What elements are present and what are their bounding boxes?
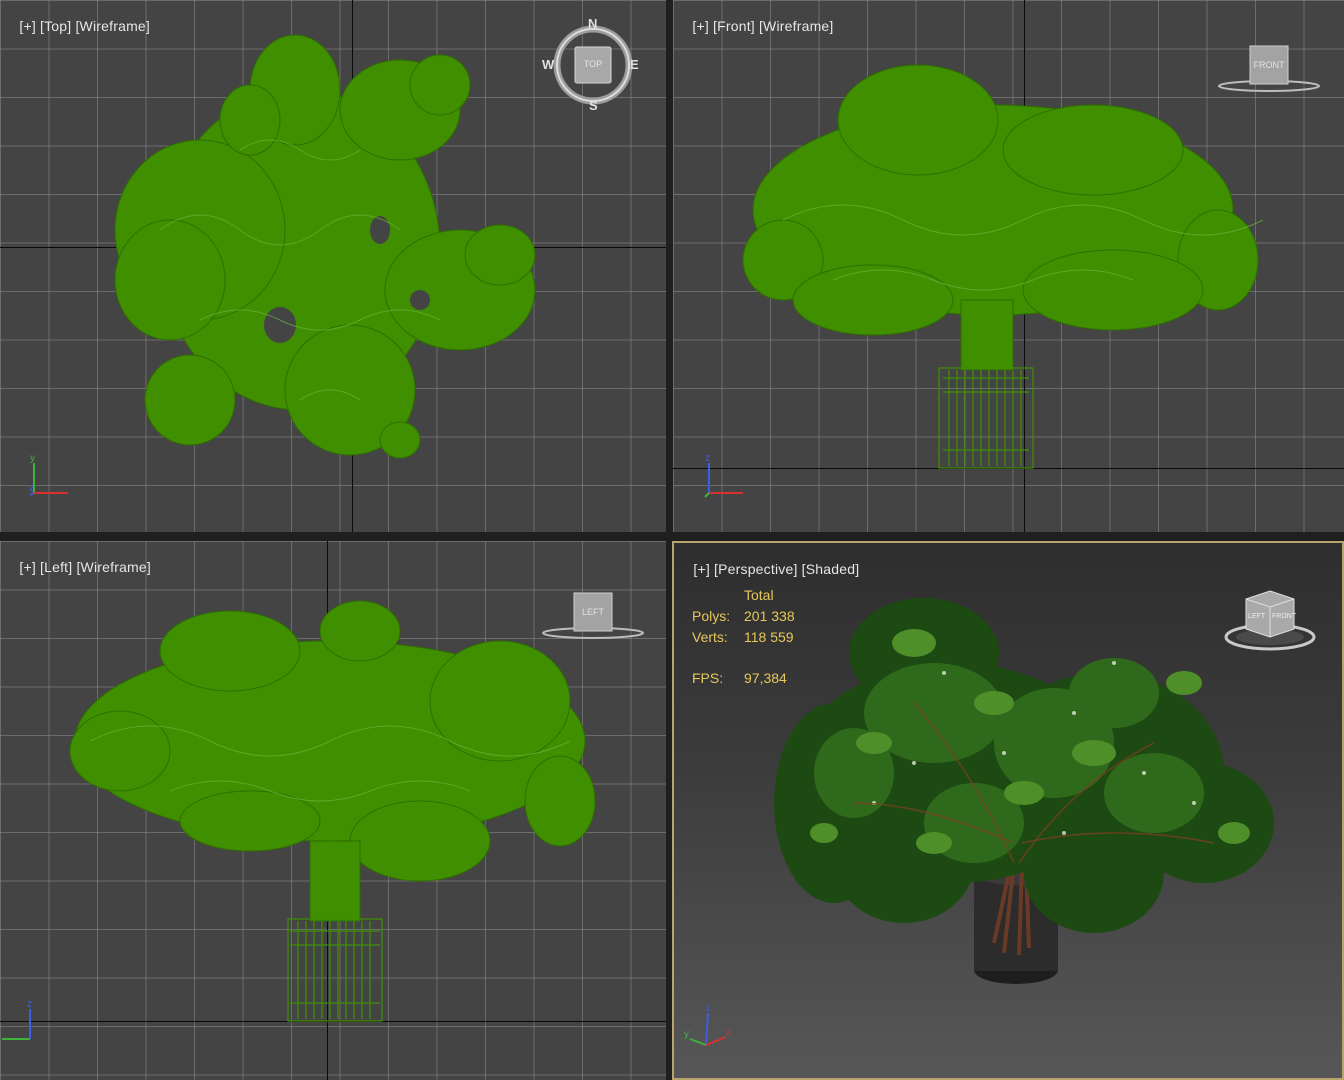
viewcube-top[interactable]: TOP N S E W xyxy=(542,16,639,113)
shading-mode-menu[interactable]: [Wireframe] xyxy=(759,18,834,34)
compass-south-label: S xyxy=(589,98,598,113)
axis-label-z: z xyxy=(27,999,32,1010)
axis-tripod-left: z xyxy=(0,999,50,1051)
viewport-menu-button[interactable]: [+] xyxy=(692,18,709,34)
viewport-perspective[interactable]: [+] [Perspective] [Shaded] Total Polys: … xyxy=(672,541,1344,1080)
shading-mode-menu[interactable]: [Wireframe] xyxy=(75,18,150,34)
viewcube-perspective[interactable]: LEFT FRONT xyxy=(1222,587,1318,657)
viewport-label-left: [+] [Left] [Wireframe] xyxy=(3,543,151,591)
viewcube-front-face-label: FRONT xyxy=(1272,613,1297,620)
viewcube-face-label: LEFT xyxy=(581,607,604,617)
viewcube-left-face-label: LEFT xyxy=(1248,613,1266,620)
view-type-menu[interactable]: [Left] xyxy=(40,559,72,575)
axis-label-y: y xyxy=(684,1029,689,1040)
viewport-menu-button[interactable]: [+] xyxy=(19,559,36,575)
axis-tripod-front: z xyxy=(703,453,753,505)
axis-label-z: z xyxy=(705,453,710,464)
viewcube-face-label: FRONT xyxy=(1253,60,1285,70)
compass-north-label: N xyxy=(588,16,598,31)
axis-label-z: z xyxy=(29,483,34,494)
view-type-menu[interactable]: [Front] xyxy=(713,18,755,34)
compass-east-label: E xyxy=(630,57,639,72)
axis-tripod-top: y z xyxy=(28,453,78,505)
viewcube-face-label: TOP xyxy=(583,59,603,69)
axis-tripod-perspective: z y x xyxy=(682,1003,732,1053)
viewcube-left[interactable]: LEFT xyxy=(541,591,645,641)
viewport-front[interactable]: [+] [Front] [Wireframe] FRONT z xyxy=(673,0,1344,532)
shading-mode-menu[interactable]: [Wireframe] xyxy=(76,559,151,575)
axis-label-z: z xyxy=(706,1003,711,1014)
axis-label-x: x xyxy=(726,1027,731,1038)
viewport-left[interactable]: [+] [Left] [Wireframe] LEFT z xyxy=(0,541,666,1080)
axis-label-y: y xyxy=(30,453,35,464)
compass-west-label: W xyxy=(542,57,555,72)
viewport-label-front: [+] [Front] [Wireframe] xyxy=(676,2,834,50)
view-type-menu[interactable]: [Top] xyxy=(40,18,71,34)
viewport-menu-button[interactable]: [+] xyxy=(19,18,36,34)
viewport-label-top: [+] [Top] [Wireframe] xyxy=(3,2,150,50)
viewport-top[interactable]: [+] [Top] [Wireframe] TOP N S E W y z xyxy=(0,0,666,532)
viewcube-front[interactable]: FRONT xyxy=(1217,44,1321,94)
